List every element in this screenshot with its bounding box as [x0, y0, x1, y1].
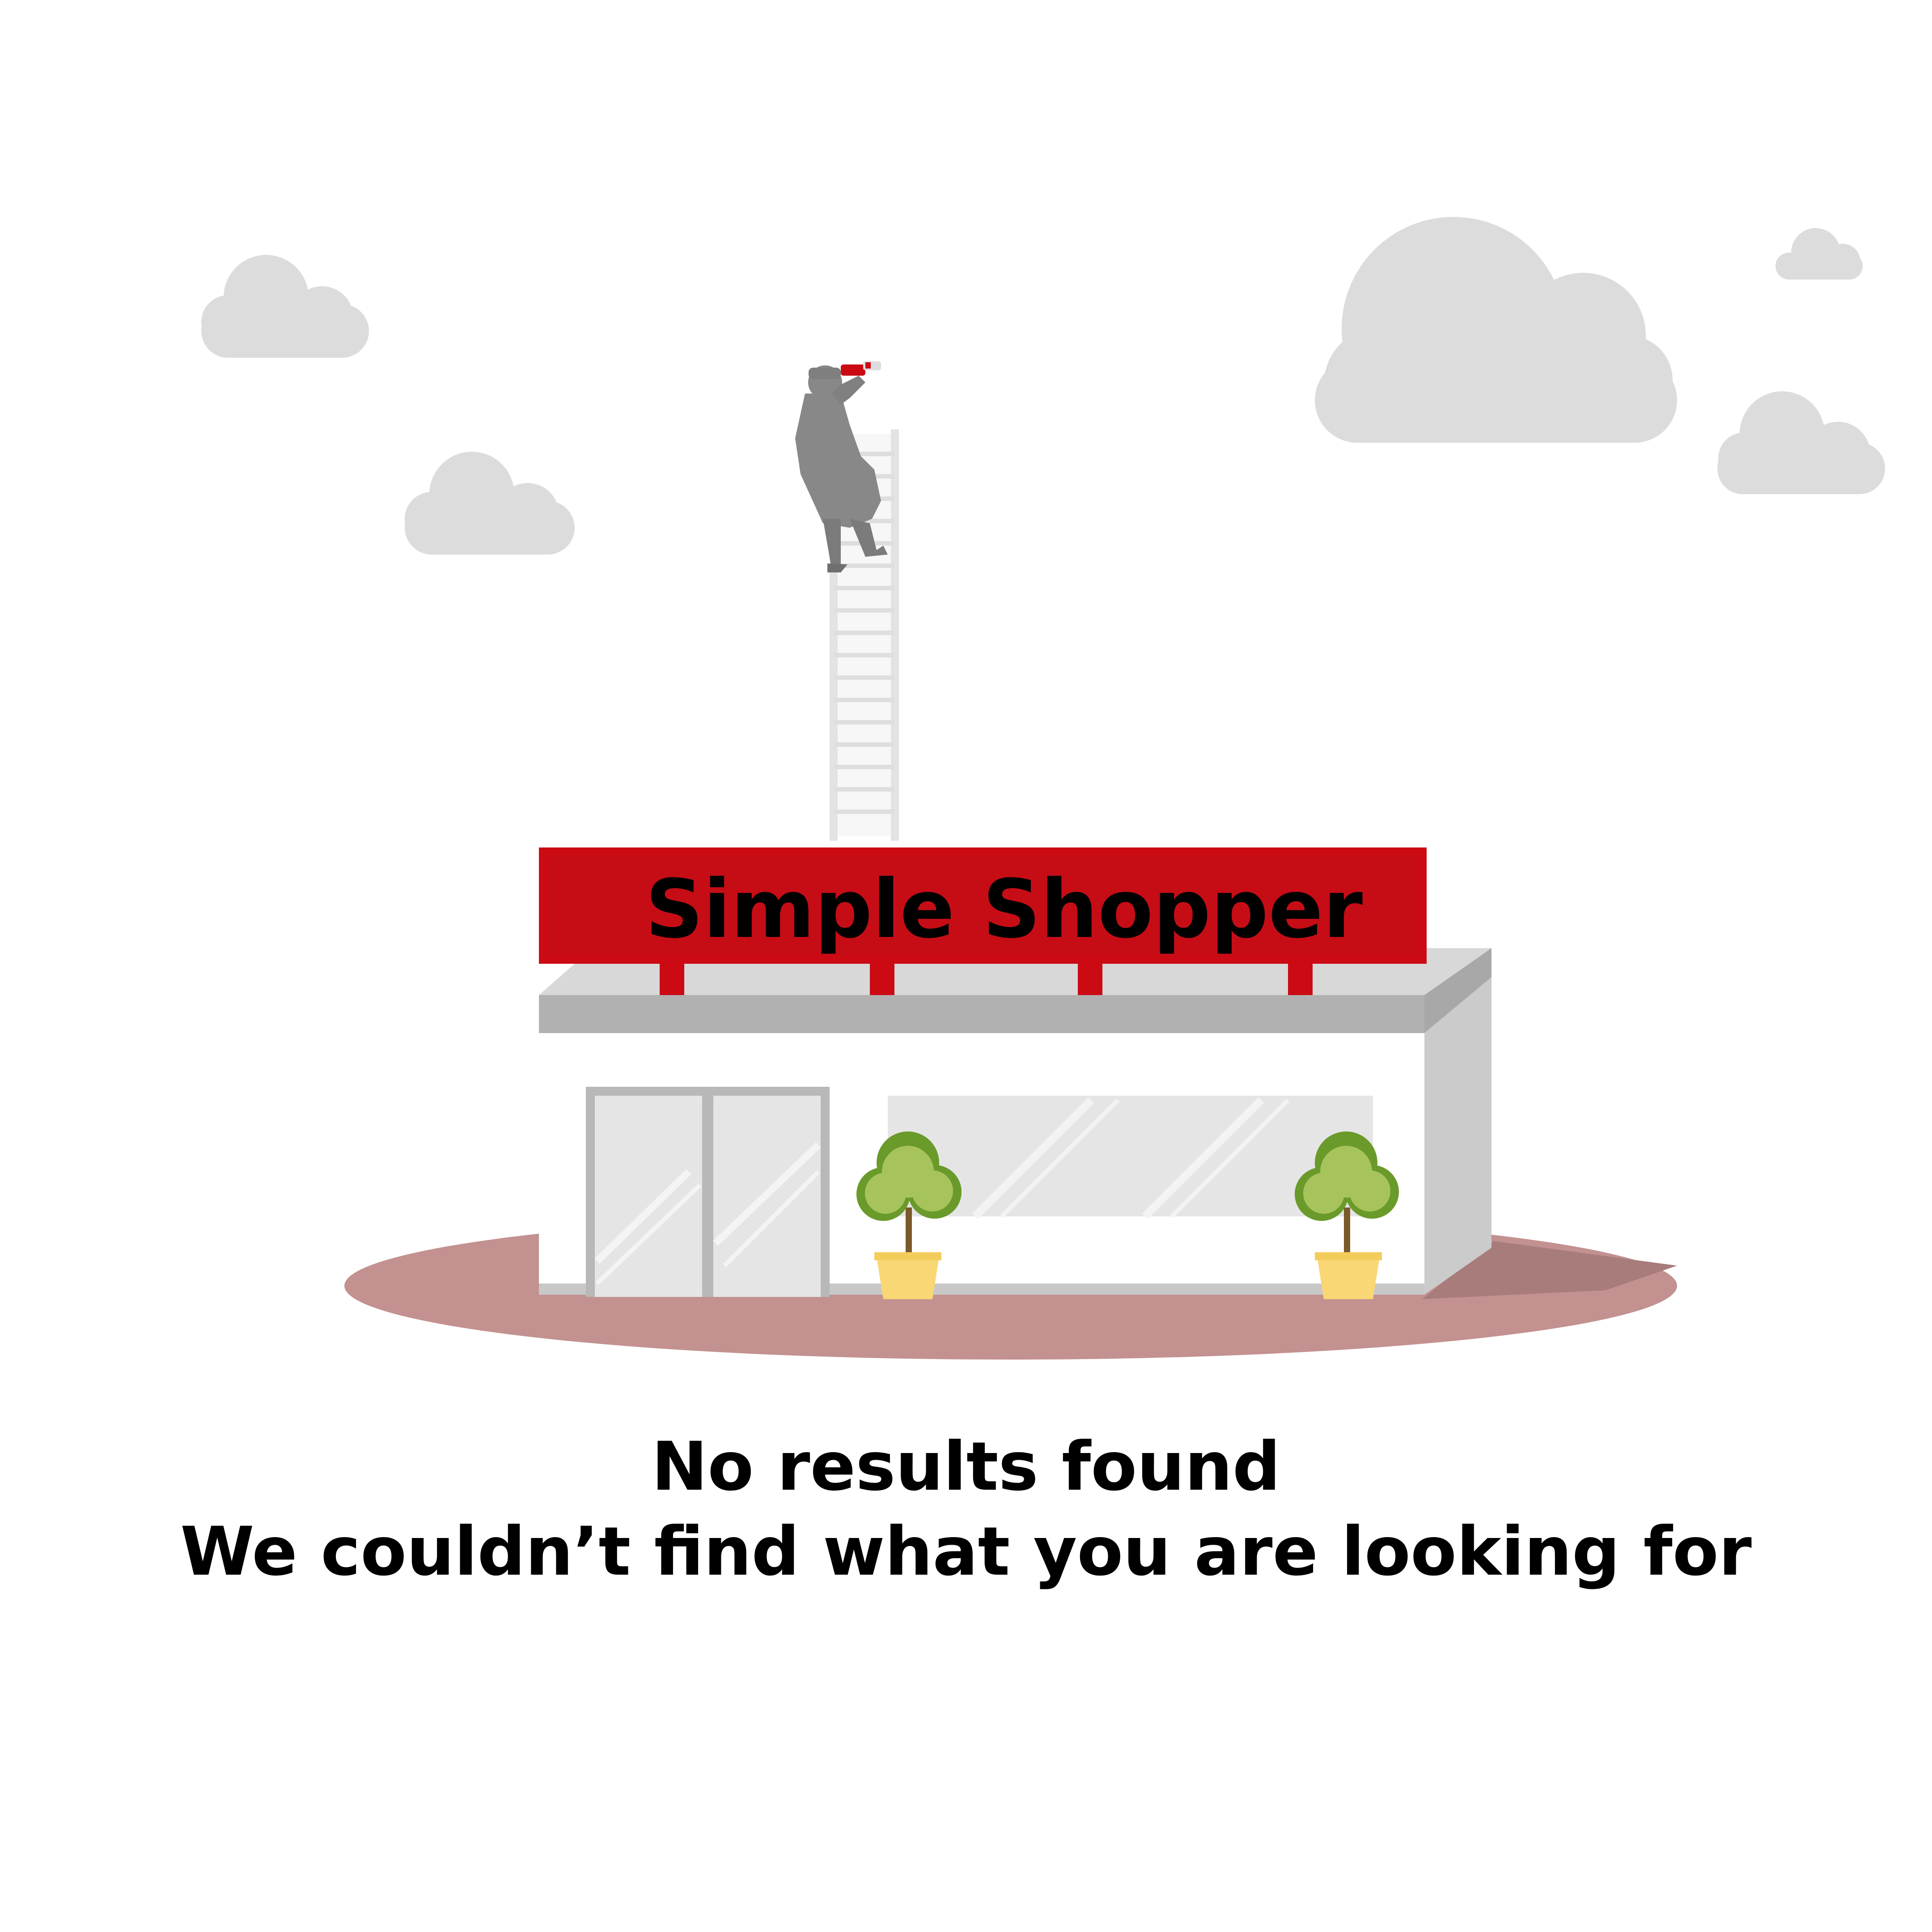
empty-state-subtitle: We couldn’t find what you are looking fo… [180, 1513, 1752, 1591]
store-name: Simple Shopper [645, 863, 1363, 956]
store-sign: Simple Shopper [539, 847, 1427, 964]
cloud-icon [1775, 228, 1863, 280]
cloud-icon [1717, 391, 1885, 494]
no-results-illustration: Simple Shopper [201, 217, 1885, 1360]
empty-state-title: No results found [651, 1428, 1281, 1506]
cloud-icon [1315, 217, 1677, 443]
shop-doors [586, 1087, 830, 1297]
cloud-icon [201, 255, 369, 358]
cloud-icon [405, 452, 575, 555]
